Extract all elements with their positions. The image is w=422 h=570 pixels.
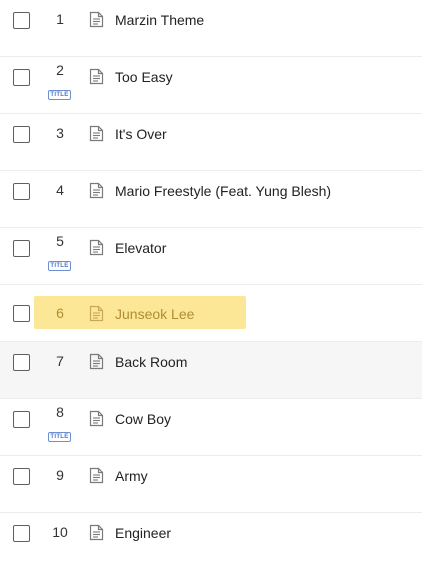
track-number: 1 [56,11,64,27]
track-checkbox[interactable] [13,126,30,143]
track-row[interactable]: 9 Army [0,456,422,513]
track-title[interactable]: Army [115,468,148,484]
track-title[interactable]: Mario Freestyle (Feat. Yung Blesh) [115,183,331,199]
track-number: 4 [56,182,64,198]
track-row[interactable]: 3 It's Over [0,114,422,171]
track-title[interactable]: Too Easy [115,69,173,85]
document-icon[interactable] [89,410,104,427]
track-checkbox[interactable] [13,411,30,428]
track-row[interactable]: 1 Marzin Theme [0,0,422,57]
track-checkbox[interactable] [13,354,30,371]
track-checkbox[interactable] [13,525,30,542]
track-title[interactable]: Engineer [115,525,171,541]
track-title[interactable]: It's Over [115,126,167,142]
track-title[interactable]: Elevator [115,240,166,256]
document-icon[interactable] [89,353,104,370]
track-number: 2 [56,62,64,78]
document-icon[interactable] [89,524,104,541]
track-title[interactable]: Cow Boy [115,411,171,427]
track-list: 1 Marzin Theme 2 TITLE Too Easy 3 It's Over… [0,0,422,570]
document-icon[interactable] [89,125,104,142]
track-number: 6 [56,305,64,321]
track-title[interactable]: Junseok Lee [115,306,194,322]
track-number: 5 [56,233,64,249]
title-track-badge: TITLE [48,432,71,442]
track-title[interactable]: Back Room [115,354,187,370]
track-number: 9 [56,467,64,483]
track-checkbox[interactable] [13,305,30,322]
track-checkbox[interactable] [13,69,30,86]
document-icon[interactable] [89,68,104,85]
track-row[interactable]: 4 Mario Freestyle (Feat. Yung Blesh) [0,171,422,228]
track-row[interactable]: 6 Junseok Lee [0,285,422,342]
title-track-badge: TITLE [48,261,71,271]
document-icon[interactable] [89,305,104,322]
track-number: 3 [56,125,64,141]
title-track-badge: TITLE [48,90,71,100]
track-row[interactable]: 2 TITLE Too Easy [0,57,422,114]
track-number: 8 [56,404,64,420]
track-checkbox[interactable] [13,240,30,257]
document-icon[interactable] [89,239,104,256]
document-icon[interactable] [89,182,104,199]
track-row[interactable]: 7 Back Room [0,342,422,399]
track-number: 10 [52,524,68,540]
track-row[interactable]: 10 Engineer [0,513,422,570]
track-number: 7 [56,353,64,369]
track-title[interactable]: Marzin Theme [115,12,204,28]
track-checkbox[interactable] [13,183,30,200]
document-icon[interactable] [89,467,104,484]
track-row[interactable]: 5 TITLE Elevator [0,228,422,285]
track-checkbox[interactable] [13,468,30,485]
track-row[interactable]: 8 TITLE Cow Boy [0,399,422,456]
document-icon[interactable] [89,11,104,28]
track-checkbox[interactable] [13,12,30,29]
